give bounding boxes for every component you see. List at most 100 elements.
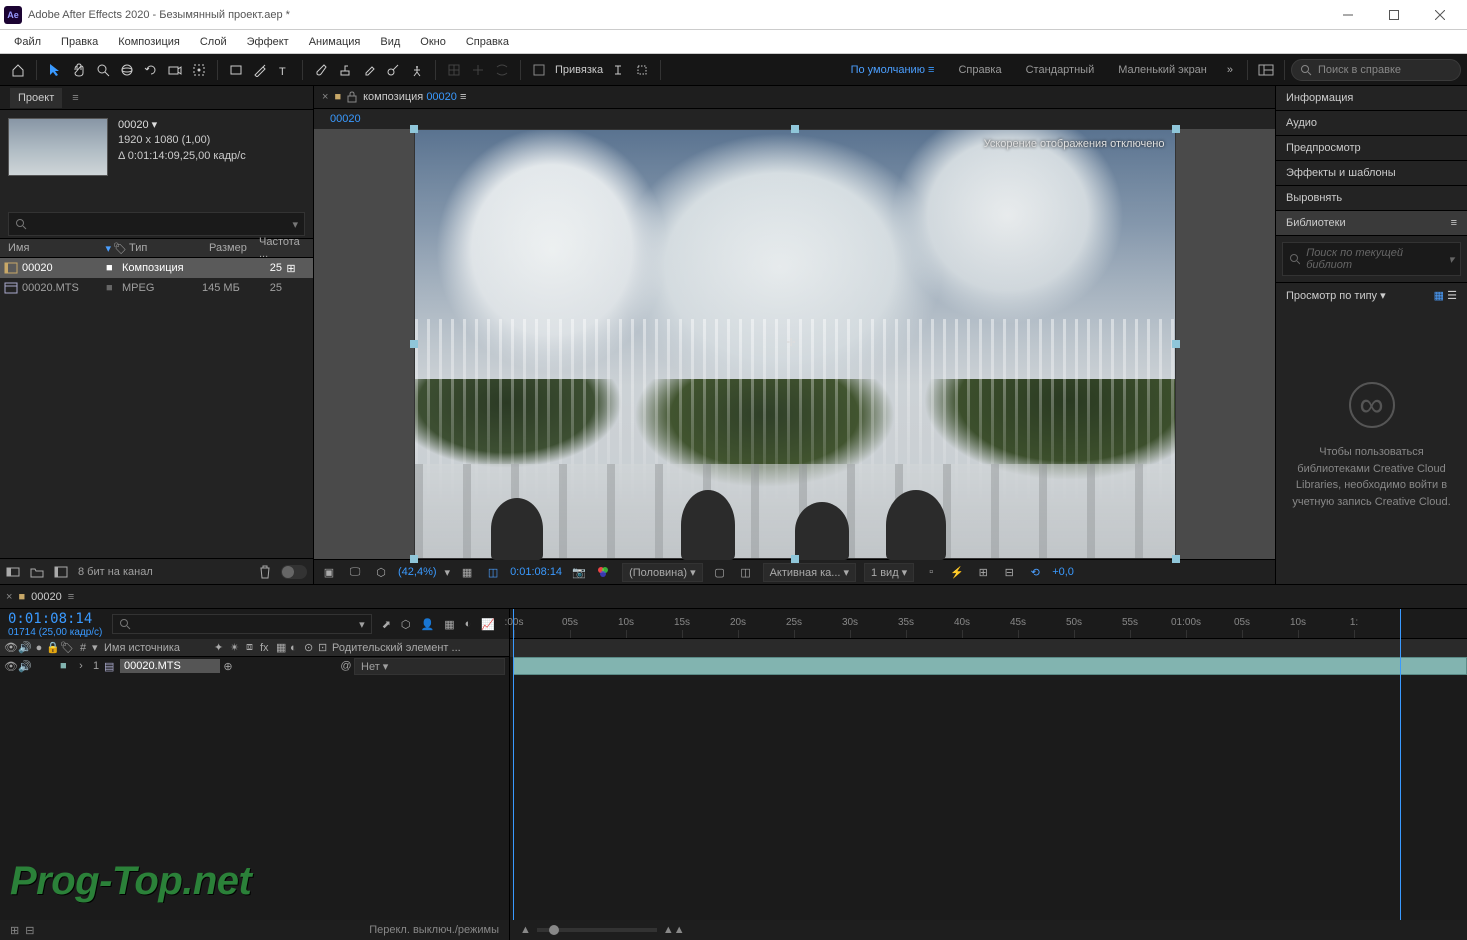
handle-tc[interactable] bbox=[791, 125, 799, 133]
rectangle-tool-icon[interactable] bbox=[225, 59, 247, 81]
lock-column-icon[interactable]: 🔒 bbox=[46, 641, 60, 654]
interpret-icon[interactable] bbox=[6, 566, 20, 578]
handle-bl[interactable] bbox=[410, 555, 418, 563]
trash-icon[interactable] bbox=[259, 565, 271, 579]
flowchart-icon[interactable]: ⊞ bbox=[282, 262, 300, 275]
bpc-button[interactable]: 8 бит на канал bbox=[78, 566, 153, 578]
menu-file[interactable]: Файл bbox=[4, 32, 51, 52]
handle-tr[interactable] bbox=[1172, 125, 1180, 133]
layer-eye-toggle[interactable]: 👁 bbox=[4, 660, 18, 673]
reset-exposure-icon[interactable]: ⟲ bbox=[1026, 566, 1044, 579]
clone-stamp-tool-icon[interactable] bbox=[334, 59, 356, 81]
library-search[interactable]: Поиск по текущей библиот ▾ bbox=[1282, 242, 1461, 276]
effects-section[interactable]: Эффекты и шаблоны bbox=[1276, 161, 1467, 186]
comp-breadcrumb[interactable]: 00020 bbox=[330, 113, 361, 125]
text-tool-icon[interactable]: T bbox=[273, 59, 295, 81]
mesh-warp-icon[interactable] bbox=[491, 59, 513, 81]
zoom-dropdown[interactable]: (42,4%) bbox=[398, 566, 437, 578]
resolution-dropdown[interactable]: (Половина) ▾ bbox=[622, 563, 703, 582]
new-comp-icon[interactable] bbox=[54, 566, 68, 578]
zoom-tool-icon[interactable] bbox=[92, 59, 114, 81]
snapshot-icon[interactable]: 📷 bbox=[570, 566, 588, 579]
parent-dropdown[interactable]: Нет ▾ bbox=[354, 658, 505, 675]
layer-audio-toggle[interactable]: 🔊 bbox=[18, 660, 32, 673]
timeline-icon[interactable]: ⊞ bbox=[974, 566, 992, 579]
switch-col-icon[interactable]: ✦ bbox=[214, 641, 230, 654]
project-row-comp[interactable]: 00020 ■ Композиция 25 ⊞ bbox=[0, 258, 313, 278]
zoom-slider[interactable] bbox=[537, 928, 657, 932]
comp-tab-label[interactable]: композиция 00020 ≡ bbox=[363, 91, 466, 103]
timeline-panel-menu-icon[interactable]: ≡ bbox=[68, 591, 74, 603]
lock-icon[interactable] bbox=[347, 91, 357, 103]
maximize-button[interactable] bbox=[1371, 0, 1417, 30]
close-button[interactable] bbox=[1417, 0, 1463, 30]
list-view-icon[interactable]: ☰ bbox=[1447, 290, 1457, 302]
zoom-in-icon[interactable]: ▲▲ bbox=[663, 924, 685, 936]
preview-section[interactable]: Предпросмотр bbox=[1276, 136, 1467, 161]
zoom-out-icon[interactable]: ▲ bbox=[520, 924, 531, 936]
menu-view[interactable]: Вид bbox=[370, 32, 410, 52]
timeline-clip[interactable] bbox=[513, 657, 1467, 675]
axis-icon[interactable] bbox=[467, 59, 489, 81]
exposure-value[interactable]: +0,0 bbox=[1052, 566, 1074, 578]
workspace-default[interactable]: По умолчанию ≡ bbox=[839, 60, 947, 80]
shy-toggle-icon[interactable]: 👤 bbox=[421, 618, 435, 631]
menu-edit[interactable]: Правка bbox=[51, 32, 108, 52]
workspace-small[interactable]: Маленький экран bbox=[1106, 60, 1219, 80]
menu-window[interactable]: Окно bbox=[410, 32, 456, 52]
project-tab[interactable]: Проект bbox=[10, 88, 62, 108]
project-search[interactable]: ▾ bbox=[8, 212, 305, 236]
menu-help[interactable]: Справка bbox=[456, 32, 519, 52]
menu-effect[interactable]: Эффект bbox=[237, 32, 299, 52]
toggle-switches-button[interactable]: Перекл. выключ./режимы bbox=[369, 924, 499, 936]
snap-checkbox[interactable] bbox=[528, 59, 550, 81]
snap-bounds-icon[interactable] bbox=[631, 59, 653, 81]
label-column-icon[interactable]: 🏷 bbox=[111, 242, 129, 255]
handle-ml[interactable] bbox=[410, 340, 418, 348]
hand-tool-icon[interactable] bbox=[68, 59, 90, 81]
help-search[interactable]: Поиск в справке bbox=[1291, 59, 1461, 81]
audio-column-icon[interactable]: 🔊 bbox=[18, 641, 32, 654]
handle-br[interactable] bbox=[1172, 555, 1180, 563]
menu-layer[interactable]: Слой bbox=[190, 32, 237, 52]
camera-tool-icon[interactable] bbox=[164, 59, 186, 81]
minimize-button[interactable] bbox=[1325, 0, 1371, 30]
composition-viewer[interactable]: Ускорение отображения отключено ✢ bbox=[314, 129, 1275, 559]
frame-blend-toggle-icon[interactable]: ▦ bbox=[444, 618, 454, 631]
timeline-ruler[interactable]: :00s05s10s15s20s25s30s35s40s45s50s55s01:… bbox=[510, 609, 1467, 639]
time-display[interactable]: 0:01:08:14 bbox=[510, 566, 562, 578]
draft-3d-toggle-icon[interactable]: ⬡ bbox=[401, 618, 411, 631]
toggle-switch[interactable] bbox=[281, 565, 307, 579]
align-section[interactable]: Выровнять bbox=[1276, 186, 1467, 211]
selection-tool-icon[interactable] bbox=[44, 59, 66, 81]
draft-3d-icon[interactable]: ⬡ bbox=[372, 566, 390, 579]
close-timeline-tab-icon[interactable]: × bbox=[6, 591, 12, 603]
always-preview-icon[interactable]: ▣ bbox=[320, 566, 338, 579]
solo-column-icon[interactable]: ● bbox=[32, 642, 46, 654]
anchor-point-icon[interactable]: ✢ bbox=[787, 336, 796, 349]
pickwhip-icon[interactable]: @ bbox=[338, 660, 354, 672]
pixel-aspect-icon[interactable]: ▫ bbox=[922, 566, 940, 578]
workspace-standard[interactable]: Стандартный bbox=[1014, 60, 1107, 80]
puppet-tool-icon[interactable] bbox=[406, 59, 428, 81]
eye-column-icon[interactable]: 👁 bbox=[4, 641, 18, 654]
timeline-search[interactable]: ▾ bbox=[112, 614, 371, 634]
grid-view-icon[interactable]: ▦ bbox=[1434, 290, 1444, 302]
timeline-time-display[interactable]: 0:01:08:14 bbox=[8, 611, 102, 627]
menu-animation[interactable]: Анимация bbox=[299, 32, 371, 52]
rotation-tool-icon[interactable] bbox=[140, 59, 162, 81]
timeline-layer-row[interactable]: 👁 🔊 ■ › 1 ▤ 00020.MTS ⊕ @ Нет ▾ bbox=[0, 657, 509, 675]
label-column-icon[interactable]: 🏷 bbox=[60, 641, 74, 654]
roi-icon[interactable]: ▢ bbox=[711, 566, 729, 579]
panel-menu-icon[interactable]: ≡ bbox=[72, 92, 78, 104]
layer-expand-icon[interactable]: › bbox=[74, 660, 88, 672]
handle-bc[interactable] bbox=[791, 555, 799, 563]
audio-section[interactable]: Аудио bbox=[1276, 111, 1467, 136]
grid-icon[interactable]: ▦ bbox=[458, 566, 476, 579]
display-icon[interactable]: 🖵 bbox=[346, 566, 364, 579]
close-tab-icon[interactable]: × bbox=[322, 91, 328, 103]
transparency-grid-icon[interactable]: ◫ bbox=[737, 566, 755, 579]
snap-options-icon[interactable] bbox=[607, 59, 629, 81]
menu-composition[interactable]: Композиция bbox=[108, 32, 190, 52]
handle-tl[interactable] bbox=[410, 125, 418, 133]
